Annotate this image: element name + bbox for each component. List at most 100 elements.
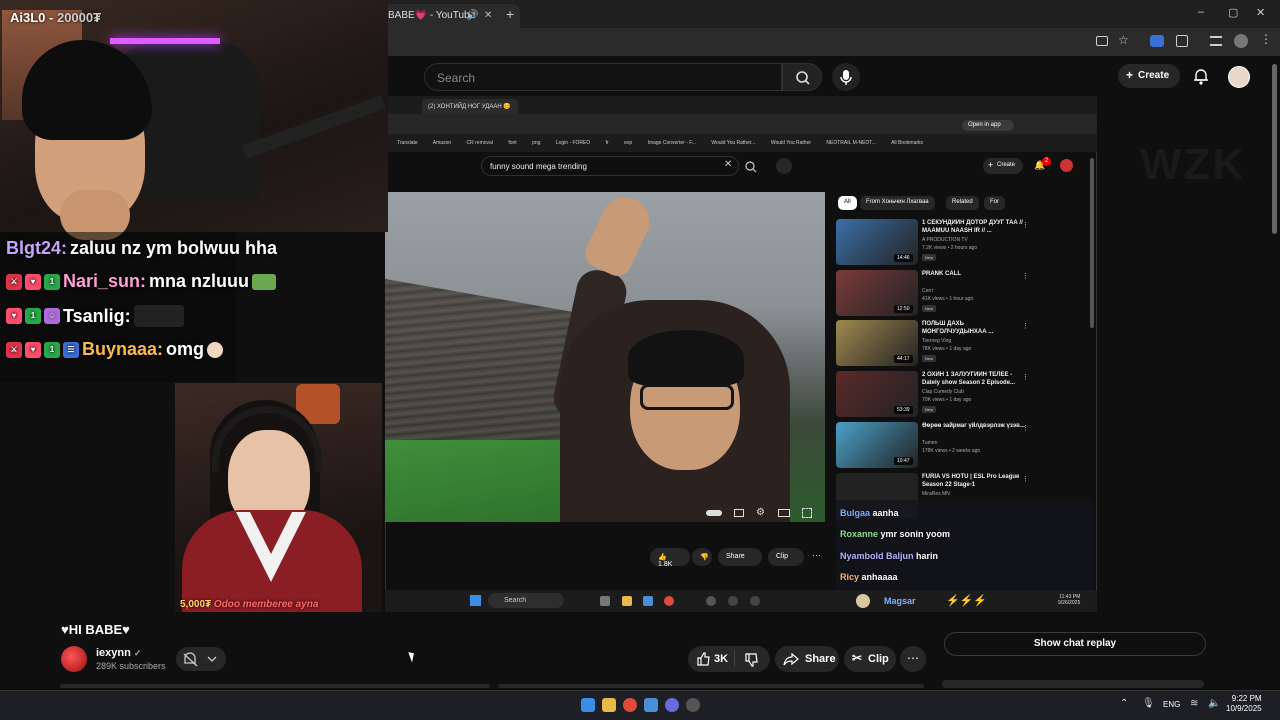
notifications-button[interactable] bbox=[1193, 67, 1209, 85]
folder-icon[interactable] bbox=[622, 596, 632, 606]
inner-search-input[interactable]: funny sound mega trending bbox=[481, 156, 739, 176]
chrome-icon[interactable] bbox=[664, 596, 674, 606]
video-title[interactable]: ПОЛЬШ ДАХЬ МОНГОЛЧУУДЫНХАА ... bbox=[922, 320, 1026, 336]
channel-name[interactable]: MiraRes MN bbox=[922, 491, 950, 497]
chrome-icon[interactable] bbox=[623, 698, 637, 712]
media-controls-icon[interactable] bbox=[1210, 36, 1222, 46]
search-input[interactable]: Search bbox=[424, 63, 782, 91]
more-actions-button[interactable]: ⋯ bbox=[900, 646, 926, 672]
create-button[interactable]: + Create bbox=[1118, 64, 1180, 88]
extension-icon[interactable] bbox=[1150, 35, 1164, 47]
taskbar-app-icon[interactable] bbox=[750, 596, 760, 606]
bookmark[interactable]: fr bbox=[606, 140, 609, 146]
tray-microphone-icon[interactable]: 🎙 bbox=[1142, 698, 1155, 709]
bookmark[interactable]: CR removal bbox=[467, 140, 493, 146]
clip-button[interactable]: ✂ Clip bbox=[844, 646, 896, 672]
chip-related[interactable]: Related bbox=[946, 196, 979, 210]
chip-for-you[interactable]: For bbox=[984, 196, 1005, 210]
page-scrollbar[interactable] bbox=[1272, 64, 1277, 234]
more-options-icon[interactable]: ⋮ bbox=[1022, 322, 1029, 330]
more-options-icon[interactable]: ⋮ bbox=[1022, 272, 1029, 280]
channel-name[interactable]: A PRODUCTION TV bbox=[922, 237, 968, 243]
channel-name[interactable]: Cerri bbox=[922, 288, 933, 294]
close-window-button[interactable]: ✕ bbox=[1256, 6, 1265, 19]
inner-microphone-icon[interactable] bbox=[776, 158, 792, 174]
inner-browser-tab[interactable]: (2) ХОНТИЙД НОГ УДААН 😊 bbox=[422, 99, 518, 114]
recommended-video[interactable]: 53:39 2 ОХИН 1 ЗАЛУУГИЙН ТЕЛЕЕ - Dately s… bbox=[836, 371, 1036, 419]
like-button[interactable]: 3K bbox=[688, 646, 770, 672]
recommended-video[interactable]: 10:47 Өөрөө зайрмаг үйлдвэрлэж үзэв... Tum… bbox=[836, 422, 1036, 470]
file-explorer-icon[interactable] bbox=[602, 698, 616, 712]
volume-icon[interactable]: 🔈 bbox=[1208, 698, 1220, 709]
video-title[interactable]: 2 ОХИН 1 ЗАЛУУГИЙН ТЕЛЕЕ - Dately show S… bbox=[922, 371, 1026, 387]
video-title[interactable]: Өөрөө зайрмаг үйлдвэрлэж үзэв... bbox=[922, 422, 1026, 430]
bookmark[interactable]: Amazon bbox=[433, 140, 451, 146]
recommended-video[interactable]: 12:50 PRANK CALL Cerri 41K views • 1 hour a… bbox=[836, 270, 1036, 318]
autoplay-toggle[interactable] bbox=[706, 510, 722, 516]
obs-icon[interactable] bbox=[686, 698, 700, 712]
open-in-app-button[interactable]: Open in app bbox=[962, 120, 1014, 131]
inner-start-icon[interactable] bbox=[470, 595, 481, 606]
tab-close-icon[interactable]: ✕ bbox=[484, 10, 492, 21]
inner-more-button[interactable]: ⋯ bbox=[812, 550, 821, 561]
more-options-icon[interactable]: ⋮ bbox=[1022, 424, 1029, 432]
browser-tab[interactable]: BABE💗 - YouTube 🔊 ✕ bbox=[380, 4, 520, 28]
voice-search-button[interactable] bbox=[832, 63, 860, 91]
profile-avatar[interactable] bbox=[1234, 34, 1248, 48]
taskbar-app-icon[interactable] bbox=[644, 698, 658, 712]
system-clock[interactable]: 9:22 PM 10/9/2025 bbox=[1226, 694, 1262, 714]
inner-create-button[interactable]: + Create bbox=[983, 158, 1023, 174]
maximize-button[interactable]: ▢ bbox=[1228, 6, 1238, 19]
minimize-button[interactable]: – bbox=[1198, 6, 1204, 18]
browser-menu-icon[interactable]: ⋮ bbox=[1260, 32, 1272, 46]
inner-clip-button[interactable]: Clip bbox=[768, 548, 804, 566]
bookmark[interactable]: Would You Rather... bbox=[711, 140, 755, 146]
video-title[interactable]: 1 СЕКУНДИЙН ДОТОР ДУУГ ТАА // MAAMUU NAA… bbox=[922, 219, 1026, 235]
clear-search-icon[interactable]: ✕ bbox=[724, 159, 732, 170]
fullscreen-icon[interactable] bbox=[802, 508, 812, 518]
theater-mode-icon[interactable] bbox=[778, 509, 790, 517]
keyboard-language[interactable]: ENG bbox=[1163, 700, 1180, 709]
channel-avatar[interactable] bbox=[61, 646, 87, 672]
inner-dislike-button[interactable]: 👎 bbox=[692, 548, 712, 566]
bookmark[interactable]: NEOTRAIL M-NEOT... bbox=[826, 140, 876, 146]
inner-taskbar-search[interactable]: Search bbox=[488, 593, 564, 608]
inner-scrollbar[interactable] bbox=[1090, 158, 1094, 328]
account-avatar[interactable] bbox=[1228, 66, 1250, 88]
search-button[interactable] bbox=[782, 63, 822, 91]
wifi-icon[interactable]: ≋ bbox=[1190, 698, 1198, 709]
inner-search-button[interactable] bbox=[744, 160, 758, 174]
bookmark[interactable]: font bbox=[508, 140, 516, 146]
bookmark-star-icon[interactable]: ☆ bbox=[1118, 33, 1129, 47]
more-options-icon[interactable]: ⋮ bbox=[1022, 221, 1029, 229]
taskbar-app-icon[interactable] bbox=[706, 596, 716, 606]
tray-chevron-icon[interactable]: ⌃ bbox=[1120, 698, 1128, 709]
show-chat-replay-button[interactable]: Show chat replay bbox=[944, 632, 1206, 656]
bookmark[interactable]: Would You Rather bbox=[771, 140, 811, 146]
install-app-icon[interactable] bbox=[1096, 36, 1108, 46]
inner-share-button[interactable]: Share bbox=[718, 548, 762, 566]
bookmark[interactable]: Login - FOREO bbox=[556, 140, 590, 146]
channel-name[interactable]: Clap Comedy Club bbox=[922, 389, 964, 395]
extensions-puzzle-icon[interactable] bbox=[1176, 35, 1188, 47]
chip-from-channel[interactable]: From Хоньчин Лхагваа bbox=[860, 196, 935, 210]
bookmark[interactable]: exp bbox=[624, 140, 632, 146]
recommended-video[interactable]: 14:46 1 СЕКУНДИЙН ДОТОР ДУУГ ТАА // MAAMU… bbox=[836, 219, 1036, 267]
windows-start-icon[interactable] bbox=[581, 698, 595, 712]
settings-gear-icon[interactable]: ⚙ bbox=[756, 507, 765, 518]
channel-name[interactable]: Tserneg Vlog bbox=[922, 338, 951, 344]
chip-all[interactable]: All bbox=[838, 196, 857, 210]
more-options-icon[interactable]: ⋮ bbox=[1022, 373, 1029, 381]
taskbar-app-icon[interactable] bbox=[600, 596, 610, 606]
subtitles-icon[interactable] bbox=[734, 509, 744, 517]
audio-icon[interactable]: 🔊 bbox=[466, 10, 478, 21]
share-button[interactable]: Share bbox=[775, 646, 839, 672]
subscription-bell-button[interactable] bbox=[176, 647, 226, 671]
bookmark[interactable]: Translate bbox=[397, 140, 418, 146]
video-title[interactable]: FURIA VS HOTU | ESL Pro League Season 22… bbox=[922, 473, 1026, 489]
bookmark[interactable]: All Bookmarks bbox=[891, 140, 923, 146]
video-title[interactable]: PRANK CALL bbox=[922, 270, 1026, 278]
bookmark[interactable]: png bbox=[532, 140, 540, 146]
new-tab-button[interactable]: + bbox=[506, 6, 514, 22]
bookmark[interactable]: Image Converter - F... bbox=[648, 140, 696, 146]
